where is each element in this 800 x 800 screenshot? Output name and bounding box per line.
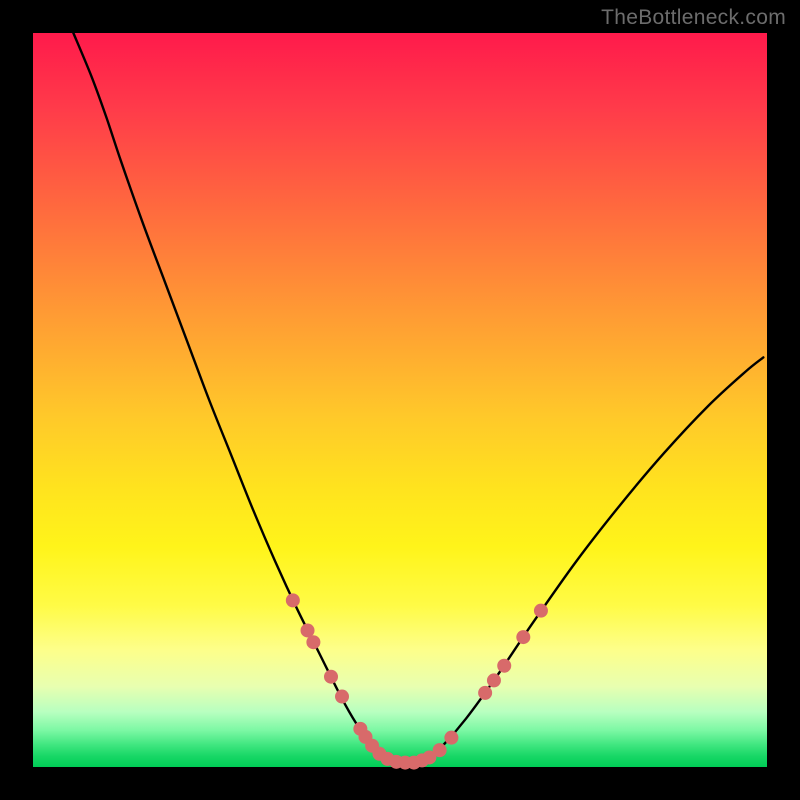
data-marker — [335, 690, 349, 704]
data-marker — [444, 731, 458, 745]
data-marker — [478, 686, 492, 700]
data-marker — [487, 673, 501, 687]
data-marker — [497, 659, 511, 673]
plot-area — [33, 33, 767, 767]
data-marker — [516, 630, 530, 644]
marker-group — [286, 593, 548, 769]
outer-frame: TheBottleneck.com — [0, 0, 800, 800]
data-marker — [324, 670, 338, 684]
data-marker — [301, 623, 315, 637]
data-marker — [534, 604, 548, 618]
data-marker — [433, 743, 447, 757]
chart-svg — [33, 33, 767, 767]
bottleneck-curve — [73, 33, 763, 763]
data-marker — [286, 593, 300, 607]
watermark-text: TheBottleneck.com — [601, 6, 786, 30]
